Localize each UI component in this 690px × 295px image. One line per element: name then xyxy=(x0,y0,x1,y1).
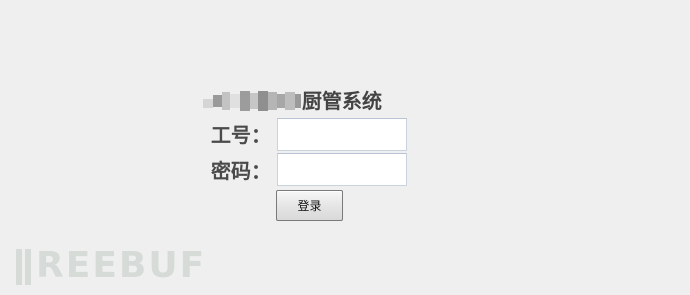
user-id-label: 工号： xyxy=(211,123,271,147)
user-id-input[interactable] xyxy=(277,118,407,151)
password-input[interactable] xyxy=(277,153,407,186)
app-title: 厨管系统 xyxy=(302,89,382,113)
freebuf-logo-icon xyxy=(14,247,34,285)
redacted-title-prefix xyxy=(203,90,301,112)
watermark-text: REEBUF xyxy=(36,245,207,286)
freebuf-watermark: REEBUF xyxy=(14,245,206,287)
password-label: 密码： xyxy=(211,159,271,183)
page-title: 厨管系统 xyxy=(203,88,382,114)
login-button[interactable]: 登录 xyxy=(276,190,343,221)
